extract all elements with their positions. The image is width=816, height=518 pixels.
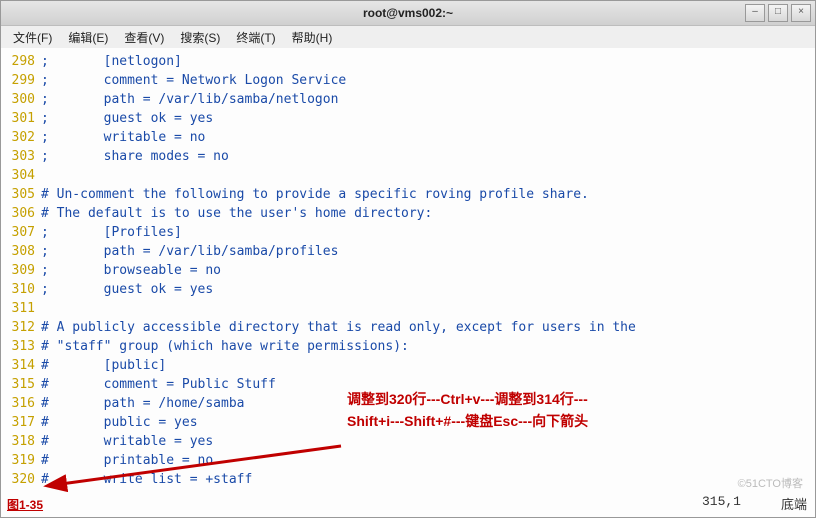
line-number: 320: [1, 470, 35, 489]
line-number: 319: [1, 451, 35, 470]
code-line: 319 # printable = no: [1, 451, 815, 470]
line-number: 318: [1, 432, 35, 451]
code-line: 310 ; guest ok = yes: [1, 280, 815, 299]
line-number: 317: [1, 413, 35, 432]
line-number: 300: [1, 90, 35, 109]
line-number: 314: [1, 356, 35, 375]
code-text: ; [netlogon]: [41, 54, 182, 69]
code-text: # writable = yes: [41, 434, 213, 449]
menu-terminal[interactable]: 终端(T): [230, 27, 281, 48]
menu-help[interactable]: 帮助(H): [286, 27, 339, 48]
line-number: 315: [1, 375, 35, 394]
code-text: ; comment = Network Logon Service: [41, 73, 346, 88]
editor-area[interactable]: 298 ; [netlogon] 299 ; comment = Network Lo…: [1, 48, 815, 517]
window-title: root@vms002:~: [363, 6, 453, 20]
cursor-position: 315,1: [702, 494, 741, 513]
window-buttons: – □ ×: [745, 4, 811, 22]
code-text: ; guest ok = yes: [41, 111, 213, 126]
terminal-window: root@vms002:~ – □ × 文件(F) 编辑(E) 查看(V) 搜索…: [0, 0, 816, 518]
code-line: 312 # A publicly accessible directory tha…: [1, 318, 815, 337]
code-line: 298 ; [netlogon]: [1, 52, 815, 71]
code-text: # printable = no: [41, 453, 213, 468]
line-number: 316: [1, 394, 35, 413]
code-text: ; guest ok = yes: [41, 282, 213, 297]
close-button[interactable]: ×: [791, 4, 811, 22]
line-number: 312: [1, 318, 35, 337]
code-line: 320 # write list = +staff: [1, 470, 815, 489]
code-text: ; path = /var/lib/samba/netlogon: [41, 92, 338, 107]
menu-view[interactable]: 查看(V): [118, 27, 170, 48]
line-number: 304: [1, 166, 35, 185]
code-text: # A publicly accessible directory that i…: [41, 320, 636, 335]
line-number: 310: [1, 280, 35, 299]
line-number: 302: [1, 128, 35, 147]
code-text: # write list = +staff: [41, 472, 252, 487]
code-line: 304: [1, 166, 815, 185]
figure-label: 图1-35: [7, 496, 43, 513]
line-number: 311: [1, 299, 35, 318]
menubar: 文件(F) 编辑(E) 查看(V) 搜索(S) 终端(T) 帮助(H): [1, 26, 815, 49]
line-number: 308: [1, 242, 35, 261]
code-line: 314 # [public]: [1, 356, 815, 375]
code-line: 311: [1, 299, 815, 318]
code-text: # [public]: [41, 358, 166, 373]
code-text: ; [Profiles]: [41, 225, 182, 240]
titlebar: root@vms002:~ – □ ×: [1, 1, 815, 26]
code-text: # "staff" group (which have write permis…: [41, 339, 409, 354]
line-number: 303: [1, 147, 35, 166]
watermark: ©51CTO博客: [738, 475, 803, 491]
code-line: 316 # path = /home/samba: [1, 394, 815, 413]
menu-edit[interactable]: 编辑(E): [62, 27, 114, 48]
code-line: 303 ; share modes = no: [1, 147, 815, 166]
code-text: # Un-comment the following to provide a …: [41, 187, 589, 202]
code-line: 300 ; path = /var/lib/samba/netlogon: [1, 90, 815, 109]
code-line: 302 ; writable = no: [1, 128, 815, 147]
code-text: ; path = /var/lib/samba/profiles: [41, 244, 338, 259]
code-line: 301 ; guest ok = yes: [1, 109, 815, 128]
maximize-button[interactable]: □: [768, 4, 788, 22]
code-text: ; writable = no: [41, 130, 205, 145]
line-number: 301: [1, 109, 35, 128]
line-number: 307: [1, 223, 35, 242]
line-number: 313: [1, 337, 35, 356]
code-line: 305 # Un-comment the following to provide…: [1, 185, 815, 204]
code-line: 309 ; browseable = no: [1, 261, 815, 280]
menu-search[interactable]: 搜索(S): [174, 27, 226, 48]
code-text: # path = /home/samba: [41, 396, 245, 411]
code-line: 306 # The default is to use the user's ho…: [1, 204, 815, 223]
line-number: 298: [1, 52, 35, 71]
code-text: # public = yes: [41, 415, 198, 430]
code-text: # comment = Public Stuff: [41, 377, 276, 392]
code-text: ; share modes = no: [41, 149, 229, 164]
code-line: 313 # "staff" group (which have write per…: [1, 337, 815, 356]
line-number: 299: [1, 71, 35, 90]
code-line: 299 ; comment = Network Logon Service: [1, 71, 815, 90]
code-line: 307 ; [Profiles]: [1, 223, 815, 242]
line-number: 309: [1, 261, 35, 280]
position-mode: 底端: [781, 494, 807, 513]
menu-file[interactable]: 文件(F): [7, 27, 58, 48]
code-text: # The default is to use the user's home …: [41, 206, 432, 221]
line-number: 305: [1, 185, 35, 204]
code-line: 308 ; path = /var/lib/samba/profiles: [1, 242, 815, 261]
status-right: 315,1 底端: [702, 494, 807, 513]
code-line: 317 # public = yes: [1, 413, 815, 432]
line-number: 306: [1, 204, 35, 223]
minimize-button[interactable]: –: [745, 4, 765, 22]
code-text: ; browseable = no: [41, 263, 221, 278]
code-line: 318 # writable = yes: [1, 432, 815, 451]
code-line: 315 # comment = Public Stuff: [1, 375, 815, 394]
